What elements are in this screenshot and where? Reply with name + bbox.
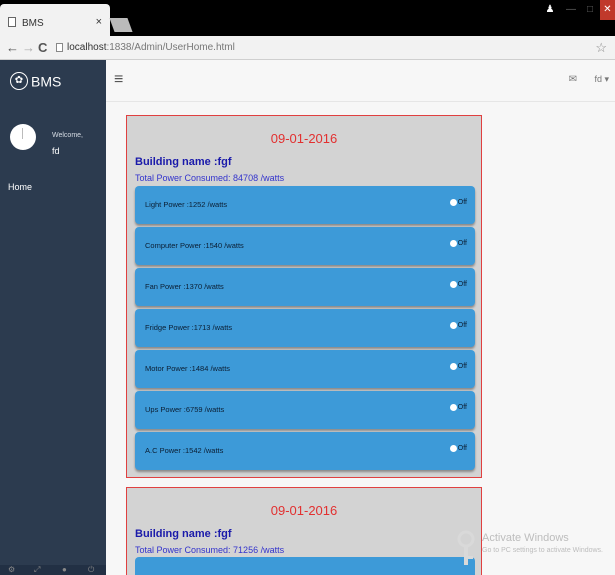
device-row — [135, 557, 475, 575]
device-row: Fan Power :1370 /watts Off — [135, 268, 475, 306]
reload-icon[interactable]: C — [38, 40, 47, 56]
tab-title: BMS — [22, 18, 44, 29]
toggle-state: Off — [457, 363, 467, 370]
toggle-state: Off — [457, 240, 467, 247]
device-toggle[interactable]: Off — [449, 281, 467, 288]
bookmark-star-icon[interactable]: ☆ — [595, 40, 607, 56]
activation-subtitle: Go to PC settings to activate Windows. — [482, 547, 603, 554]
page-icon — [8, 17, 16, 27]
device-row: Computer Power :1540 /watts Off — [135, 227, 475, 265]
sidebar-footer: ⚙ ⤢ ● ⏻ — [0, 565, 106, 575]
device-toggle[interactable]: Off — [449, 240, 467, 247]
toggle-knob-icon — [449, 445, 457, 452]
device-label: Motor Power :1484 /watts — [145, 364, 231, 373]
toggle-knob-icon — [449, 404, 457, 411]
building-name: Building name :fgf — [135, 528, 232, 540]
toggle-state: Off — [457, 281, 467, 288]
sidebar-item-home[interactable]: Home — [8, 182, 32, 192]
activation-watermark: Activate Windows Go to PC settings to ac… — [482, 532, 603, 554]
power-icon[interactable]: ⏻ — [88, 565, 94, 575]
username: fd — [52, 146, 60, 156]
building-card: 09-01-2016 Building name :fgf Total Powe… — [126, 115, 482, 478]
device-row: A.C Power :1542 /watts Off — [135, 432, 475, 470]
toggle-state: Off — [457, 199, 467, 206]
device-row: Light Power :1252 /watts Off — [135, 186, 475, 224]
card-date: 09-01-2016 — [270, 503, 338, 518]
paw-icon: ✿ — [10, 72, 28, 91]
settings-icon[interactable]: ⚙ — [8, 565, 15, 574]
maximize-icon[interactable]: □ — [582, 0, 598, 20]
brand-name: BMS — [31, 73, 62, 90]
device-row: Ups Power :6759 /watts Off — [135, 391, 475, 429]
total-power: Total Power Consumed: 84708 /watts — [135, 173, 285, 183]
user-menu-dropdown[interactable]: fd ▾ — [594, 74, 609, 85]
url-path: :1838/Admin/UserHome.html — [106, 42, 235, 53]
device-label: Computer Power :1540 /watts — [145, 241, 244, 250]
device-row: Fridge Power :1713 /watts Off — [135, 309, 475, 347]
browser-tab[interactable]: BMS × — [0, 4, 110, 36]
building-card: 09-01-2016 Building name :fgf Total Powe… — [126, 487, 482, 575]
device-label: Fridge Power :1713 /watts — [145, 323, 233, 332]
building-name: Building name :fgf — [135, 156, 232, 168]
avatar — [10, 124, 36, 150]
device-toggle[interactable]: Off — [449, 404, 467, 411]
back-arrow-icon[interactable]: ← — [6, 40, 19, 56]
user-icon[interactable]: ♟ — [540, 0, 560, 20]
device-label: Ups Power :6759 /watts — [145, 405, 225, 414]
device-row: Motor Power :1484 /watts Off — [135, 350, 475, 388]
toggle-knob-icon — [449, 281, 457, 288]
toggle-state: Off — [457, 322, 467, 329]
forward-arrow-icon[interactable]: → — [22, 40, 35, 56]
page-icon — [56, 42, 63, 52]
close-window-icon[interactable]: ✕ — [600, 0, 615, 20]
device-toggle[interactable]: Off — [449, 322, 467, 329]
url-input[interactable]: localhost:1838/Admin/UserHome.html — [56, 39, 592, 57]
tab-close-icon[interactable]: × — [96, 16, 102, 28]
device-label: Fan Power :1370 /watts — [145, 282, 224, 291]
main-content: 09-01-2016 Building name :fgf Total Powe… — [106, 102, 615, 575]
device-list: Light Power :1252 /watts Off Computer Po… — [135, 186, 475, 470]
device-label: A.C Power :1542 /watts — [145, 446, 224, 455]
hamburger-menu-icon[interactable]: ≡ — [114, 72, 123, 88]
toggle-knob-icon — [449, 199, 457, 206]
toggle-knob-icon — [449, 322, 457, 329]
activation-title: Activate Windows — [482, 532, 569, 544]
device-toggle[interactable]: Off — [449, 199, 467, 206]
new-tab-button[interactable] — [109, 18, 133, 32]
toggle-knob-icon — [449, 363, 457, 370]
key-watermark-icon — [457, 530, 475, 565]
device-toggle[interactable]: Off — [449, 445, 467, 452]
toggle-knob-icon — [449, 240, 457, 247]
device-toggle[interactable]: Off — [449, 363, 467, 370]
toggle-state: Off — [457, 404, 467, 411]
minimize-icon[interactable]: — — [562, 0, 580, 20]
toggle-state: Off — [457, 445, 467, 452]
address-toolbar: ← → C localhost:1838/Admin/UserHome.html… — [0, 36, 615, 60]
browser-tab-bar: BMS × ♟ — □ ✕ — [0, 0, 615, 36]
mail-icon[interactable]: ✉ — [569, 74, 577, 85]
card-date: 09-01-2016 — [270, 131, 338, 146]
top-header: ≡ ✉ fd ▾ — [106, 60, 615, 102]
sidebar: ✿ BMS Welcome, fd Home ⚙ ⤢ ● ⏻ — [0, 60, 106, 575]
url-host: localhost — [67, 42, 107, 53]
device-label: Light Power :1252 /watts — [145, 200, 228, 209]
fullscreen-icon[interactable]: ⤢ — [34, 565, 40, 575]
lock-icon[interactable]: ● — [62, 565, 67, 574]
total-power: Total Power Consumed: 71256 /watts — [135, 545, 285, 555]
brand-logo[interactable]: ✿ BMS — [10, 72, 61, 94]
welcome-text: Welcome, — [52, 132, 83, 139]
